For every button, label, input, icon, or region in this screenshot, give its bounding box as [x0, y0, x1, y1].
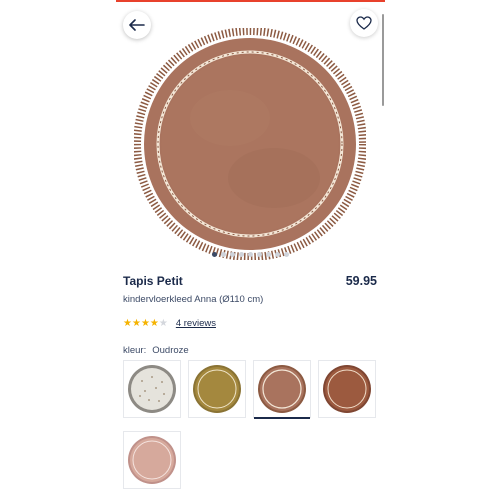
carousel-dot[interactable]: [230, 252, 235, 257]
swatch-image: [323, 365, 371, 413]
product-image-gallery[interactable]: [110, 2, 391, 261]
star-filled-icon: ★: [123, 317, 132, 329]
carousel-dot[interactable]: [248, 252, 253, 257]
star-empty-icon: ★: [158, 317, 168, 329]
carousel-indicator: [110, 252, 391, 260]
swatch-image: [258, 365, 306, 413]
color-swatch-oudroze[interactable]: [253, 360, 311, 419]
color-label: kleur: Oudroze: [123, 345, 189, 356]
title-row: Tapis Petit 59.95: [123, 274, 377, 288]
carousel-dot[interactable]: [266, 252, 271, 257]
carousel-dot[interactable]: [275, 252, 280, 257]
carousel-dot[interactable]: [284, 252, 289, 257]
color-swatch-olive[interactable]: [188, 360, 246, 418]
arrow-left-icon: [129, 19, 145, 31]
swatch-image: [128, 436, 176, 484]
carousel-dot[interactable]: [221, 252, 226, 257]
product-brand: Tapis Petit: [123, 274, 183, 288]
star-filled-icon: ★: [149, 317, 159, 329]
heart-icon: [356, 16, 372, 30]
carousel-dot[interactable]: [257, 252, 262, 257]
favorite-button[interactable]: [350, 9, 378, 37]
product-subtitle: kindervloerkleed Anna (Ø110 cm): [123, 294, 264, 305]
rating-row: ★ ★ ★ ★ ★ 4 reviews: [123, 318, 216, 329]
color-swatch-pink[interactable]: [123, 431, 181, 489]
color-swatch-grey-dots[interactable]: [123, 360, 181, 418]
selected-color-name: Oudroze: [152, 345, 189, 356]
carousel-dot[interactable]: [239, 252, 244, 257]
rug-image: [133, 27, 367, 261]
back-button[interactable]: [123, 11, 151, 39]
swatch-image: [193, 365, 241, 413]
star-filled-icon: ★: [140, 317, 150, 329]
scrollbar[interactable]: [382, 14, 384, 106]
star-filled-icon: ★: [131, 317, 141, 329]
carousel-dot[interactable]: [212, 252, 217, 257]
star-rating: ★ ★ ★ ★ ★: [123, 317, 168, 329]
product-page: Tapis Petit 59.95 kindervloerkleed Anna …: [110, 2, 391, 500]
reviews-link[interactable]: 4 reviews: [176, 318, 216, 329]
product-image[interactable]: [133, 27, 367, 261]
color-label-prefix: kleur:: [123, 345, 147, 356]
swatch-image: [128, 365, 176, 413]
color-swatch-brown[interactable]: [318, 360, 376, 418]
product-price: 59.95: [345, 274, 377, 288]
